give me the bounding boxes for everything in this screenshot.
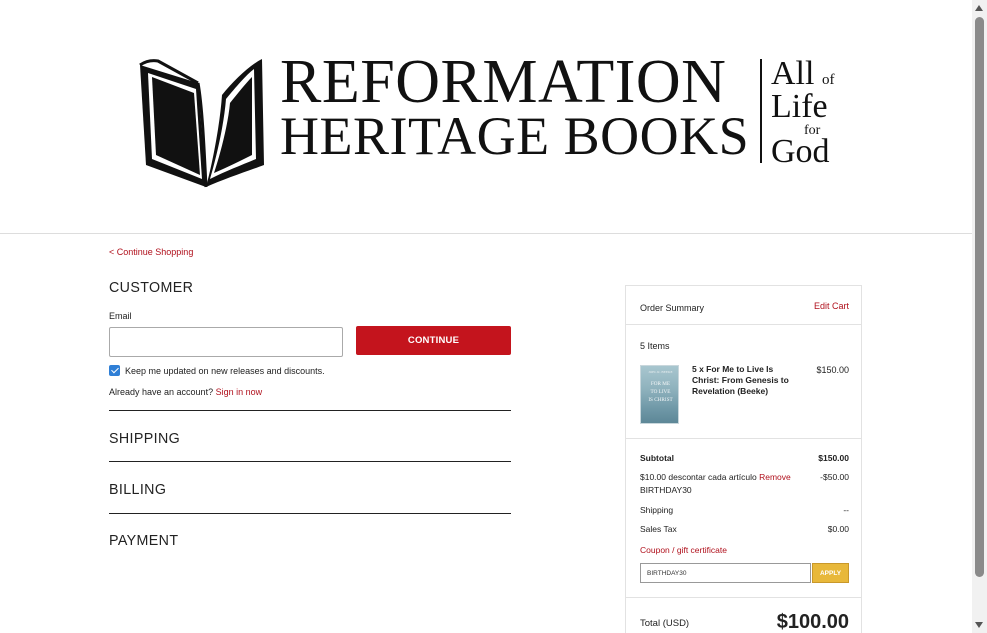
item-name: 5 x For Me to Live Is Christ: From Genes… bbox=[692, 364, 789, 396]
scrollbar-thumb[interactable] bbox=[975, 17, 984, 577]
order-summary-panel: Order Summary Edit Cart 5 Items JOEL R. … bbox=[625, 285, 862, 633]
edit-cart-link[interactable]: Edit Cart bbox=[814, 301, 849, 311]
coupon-input[interactable]: BIRTHDAY30 bbox=[640, 563, 811, 583]
shipping-value: -- bbox=[843, 505, 849, 515]
tagline-of: of bbox=[822, 72, 835, 88]
book-cover-line-2: TO LIVE bbox=[650, 389, 671, 395]
shipping-label: Shipping bbox=[640, 505, 674, 515]
payment-section-title[interactable]: PAYMENT bbox=[109, 532, 178, 549]
continue-button[interactable]: CONTINUE bbox=[356, 326, 511, 355]
sales-tax-value: $0.00 bbox=[827, 524, 849, 534]
book-cover-author: JOEL R. BEEKE bbox=[648, 370, 673, 374]
apply-coupon-button[interactable]: APPLY bbox=[812, 563, 849, 583]
tagline-all: All bbox=[771, 55, 815, 92]
summary-separator bbox=[626, 438, 861, 439]
open-book-icon bbox=[139, 59, 264, 188]
newsletter-checkbox[interactable] bbox=[109, 365, 120, 376]
newsletter-label: Keep me updated on new releases and disc… bbox=[125, 366, 325, 376]
customer-divider bbox=[109, 410, 511, 411]
discount-code: BIRTHDAY30 bbox=[640, 485, 692, 495]
continue-shopping-link[interactable]: < Continue Shopping bbox=[109, 247, 193, 257]
summary-separator bbox=[626, 597, 861, 598]
page-scrollbar[interactable] bbox=[972, 0, 987, 633]
book-cover-line-3: IS CHRIST bbox=[648, 397, 673, 403]
summary-separator bbox=[626, 324, 861, 325]
site-logo[interactable]: REFORMATION HERITAGE BOOKS All of Life f… bbox=[138, 51, 838, 195]
coupon-toggle-link[interactable]: Coupon / gift certificate bbox=[640, 545, 727, 555]
discount-text: $10.00 descontar cada artículo bbox=[640, 472, 757, 482]
book-cover-line-1: FOR ME bbox=[650, 381, 671, 387]
tagline-god: God bbox=[771, 133, 830, 170]
discount-value: -$50.00 bbox=[820, 472, 849, 482]
discount-label: $10.00 descontar cada artículo Remove bbox=[640, 472, 791, 482]
order-summary-title: Order Summary bbox=[640, 303, 705, 313]
shipping-section-title[interactable]: SHIPPING bbox=[109, 430, 180, 447]
tagline-life: Life bbox=[771, 88, 828, 125]
total-value: $100.00 bbox=[776, 611, 849, 633]
logo-line-2: HERITAGE BOOKS bbox=[280, 106, 750, 166]
shipping-divider bbox=[109, 461, 511, 462]
billing-divider bbox=[109, 513, 511, 514]
logo-divider bbox=[760, 59, 762, 163]
email-field[interactable] bbox=[109, 327, 343, 357]
email-label: Email bbox=[109, 311, 132, 321]
scroll-up-arrow-icon[interactable] bbox=[975, 5, 983, 11]
total-label: Total (USD) bbox=[640, 618, 690, 629]
sign-in-link[interactable]: Sign in now bbox=[216, 387, 263, 397]
billing-section-title[interactable]: BILLING bbox=[109, 481, 166, 498]
account-prompt: Already have an account? Sign in now bbox=[109, 387, 262, 397]
account-prompt-text: Already have an account? bbox=[109, 387, 214, 397]
items-count: 5 Items bbox=[640, 341, 670, 351]
remove-discount-link[interactable]: Remove bbox=[759, 472, 791, 482]
logo-line-1: REFORMATION bbox=[280, 48, 727, 116]
customer-section-title: CUSTOMER bbox=[109, 279, 194, 296]
site-header: REFORMATION HERITAGE BOOKS All of Life f… bbox=[0, 0, 972, 234]
sales-tax-label: Sales Tax bbox=[640, 524, 677, 534]
item-price: $150.00 bbox=[816, 365, 849, 375]
book-cover-image: JOEL R. BEEKE FOR ME TO LIVE IS CHRIST bbox=[640, 365, 679, 424]
subtotal-label: Subtotal bbox=[640, 453, 674, 463]
subtotal-value: $150.00 bbox=[818, 453, 849, 463]
scroll-down-arrow-icon[interactable] bbox=[975, 622, 983, 628]
